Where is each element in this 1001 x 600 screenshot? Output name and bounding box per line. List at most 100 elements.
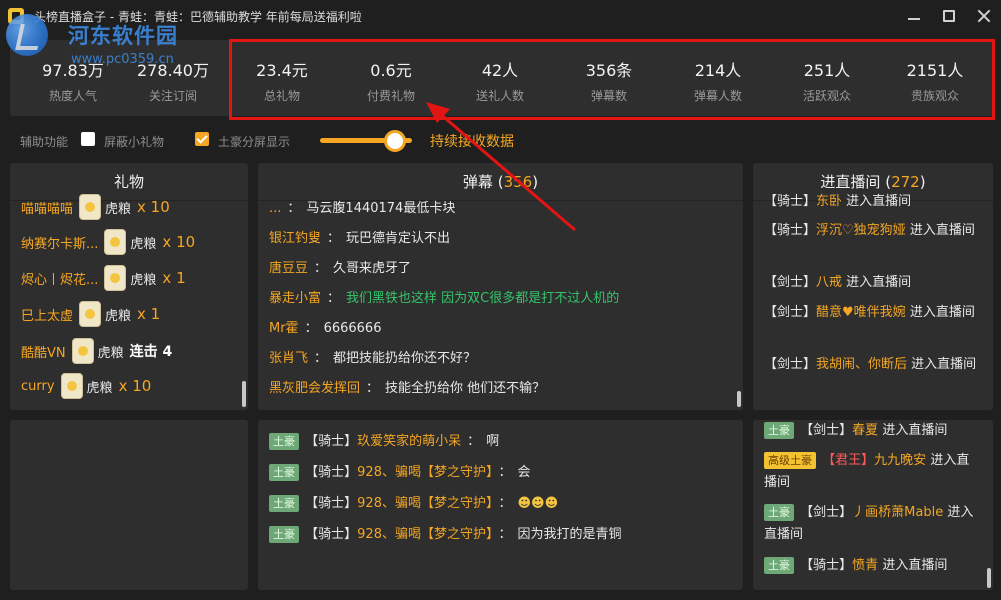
minimize-button[interactable]	[896, 0, 931, 32]
enter-tuhao-item: 土豪 【剑士】丿画桥萧Mable 进入直播间	[764, 502, 979, 546]
gift-user[interactable]: 酷酷VN	[21, 342, 66, 361]
danmu-user[interactable]: 暴走小富	[269, 291, 321, 306]
window-title: 头榜直播盒子 - 青蛙：青蛙：巴德辅助教学 年前每局送福利啦	[34, 9, 362, 24]
stat-label: 送礼人数	[475, 89, 524, 103]
smile-emoji: ☻☻☻	[517, 496, 559, 511]
stat-value: 356条	[585, 61, 633, 80]
enter-suffix: 进入直播间	[846, 194, 912, 209]
slider-knob[interactable]	[384, 130, 407, 152]
danmu-tuhao-panel: 土豪 【骑士】玖爱笑家的萌小呆：啊 土豪 【骑士】928、骗喝【梦之守护】：会 …	[258, 420, 743, 590]
enter-item: 【剑士】醋意♥唯伴我婉 进入直播间	[764, 302, 979, 324]
danmu-separator: ：	[287, 201, 301, 216]
stat-total-gift: 23.4元 总礼物	[227, 40, 337, 116]
danmu-item: Mr霍 ： 6666666	[269, 317, 381, 339]
block-small-gift-checkbox[interactable]	[81, 132, 95, 146]
senior-tuhao-badge: 高级土豪	[764, 452, 816, 469]
gift-panel: 礼物 喵喵喵喵 虎粮 x 10 纳赛尔卡斯... 虎粮 x 10 烬心丨烬花..…	[10, 163, 248, 410]
tuhao-split-checkbox[interactable]	[195, 132, 209, 146]
tiger-food-icon	[60, 373, 83, 399]
danmu-user[interactable]: 玖爱笑家的萌小呆	[357, 434, 461, 449]
enter-scrollbar[interactable]	[987, 568, 991, 588]
gift-user[interactable]: 纳赛尔卡斯...	[21, 233, 98, 252]
controls-row: 辅助功能 屏蔽小礼物 土豪分屏显示 持续接收数据	[0, 125, 1001, 155]
stat-danmu-users: 214人 弹幕人数	[663, 40, 773, 116]
danmu-separator: ：	[304, 321, 318, 336]
danmu-panel-title: 弹幕	[462, 173, 493, 191]
danmu-user[interactable]: Mr霍	[269, 321, 299, 336]
stat-label: 弹幕人数	[693, 89, 742, 103]
danmu-user[interactable]: 银江钓叟	[269, 231, 321, 246]
enter-user[interactable]: 愤青	[852, 558, 878, 573]
danmu-user[interactable]: ...	[269, 201, 281, 216]
danmu-scrollbar[interactable]	[737, 391, 741, 407]
danmu-item: 唐豆豆 ： 久哥来虎牙了	[269, 257, 411, 279]
stat-danmu-count: 356条 弹幕数	[554, 40, 664, 116]
stat-label: 付费礼物	[366, 89, 415, 103]
tiger-food-icon	[104, 265, 127, 291]
danmu-user[interactable]: 张肖飞	[269, 351, 308, 366]
gift-scrollbar[interactable]	[242, 381, 246, 407]
danmu-panel: 弹幕 (356) ... ： 马云腹1440174最低卡块 银江钓叟 ： 玩巴德肯定认不…	[258, 163, 743, 410]
enter-tuhao-item: 土豪 【剑士】春夏 进入直播间	[764, 420, 979, 442]
enter-suffix: 进入直播间	[846, 275, 912, 290]
gift-user[interactable]: 烬心丨烬花...	[21, 269, 98, 288]
danmu-user[interactable]: 928、骗喝【梦之守护】	[357, 465, 492, 480]
danmu-separator: ：	[498, 527, 512, 542]
gift-user[interactable]: 巳上太虚	[21, 305, 73, 324]
danmu-item: 暴走小富 ： 我们黑铁也这样 因为双C很多都是打不过人机的	[269, 287, 619, 309]
stats-panel: 97.83万 热度人气 278.40万 关注订阅 23.4元 总礼物 0.6元 …	[10, 40, 993, 116]
rank-tag: 【骑士】	[305, 434, 358, 449]
enter-item: 【骑士】东卧 进入直播间	[764, 191, 979, 213]
enter-tuhao-item: 高级土豪 【君王】九九晚安 进入直播间	[764, 450, 979, 494]
enter-user[interactable]: 东卧	[816, 194, 842, 209]
danmu-user[interactable]: 黑灰肥会发挥回	[269, 381, 360, 396]
enter-user[interactable]: 八戒	[816, 275, 842, 290]
gift-user[interactable]: curry	[21, 379, 55, 394]
maximize-button[interactable]	[931, 0, 966, 32]
danmu-user[interactable]: 928、骗喝【梦之守护】	[357, 527, 492, 542]
gift-name: 虎粮	[130, 236, 157, 252]
danmu-separator: ：	[314, 261, 328, 276]
enter-user[interactable]: 醋意♥唯伴我婉	[816, 305, 906, 320]
enter-user[interactable]: 春夏	[852, 423, 878, 438]
stat-value: 2151人	[906, 61, 964, 80]
gift-user[interactable]: 喵喵喵喵	[21, 198, 73, 217]
rank-tag: 【骑士】	[305, 465, 358, 480]
danmu-text: 都把技能扔给你还不好？	[333, 351, 477, 366]
enter-user[interactable]: 丿画桥萧Mable	[852, 505, 943, 520]
danmu-separator: ：	[498, 496, 512, 511]
gift-combo: 连击 4	[129, 344, 173, 360]
danmu-text: 因为我打的是青铜	[517, 527, 622, 542]
enter-user[interactable]: 浮沉♡独宠狗娅	[816, 223, 906, 238]
danmu-panel-header: 弹幕 (356)	[258, 163, 743, 201]
gift-qty: x 10	[162, 233, 196, 251]
danmu-text: 马云腹1440174最低卡块	[306, 201, 456, 216]
app-icon	[8, 8, 24, 24]
danmu-text: 6666666	[323, 321, 382, 336]
danmu-separator: ：	[498, 465, 512, 480]
tuhao-badge: 土豪	[764, 504, 794, 521]
block-small-gift-label: 屏蔽小礼物	[104, 135, 165, 149]
gift-item: 巳上太虚 虎粮 x 1	[21, 300, 160, 328]
stat-paid-gift: 0.6元 付费礼物	[336, 40, 446, 116]
enter-user[interactable]: 九九晚安	[874, 453, 926, 468]
danmu-tuhao-item: 土豪 【骑士】928、骗喝【梦之守护】 ： 会	[269, 461, 531, 483]
close-button[interactable]	[966, 0, 1001, 32]
tuhao-split-label: 土豪分屏显示	[218, 135, 291, 149]
stat-value: 97.83万	[42, 61, 104, 80]
danmu-text: 久哥来虎牙了	[333, 261, 412, 276]
enter-suffix: 进入直播间	[909, 223, 975, 238]
danmu-user[interactable]: 928、骗喝【梦之守护】	[357, 496, 492, 511]
danmu-separator: ：	[366, 381, 380, 396]
rank-tag: 【骑士】	[305, 496, 358, 511]
stat-label: 关注订阅	[148, 89, 197, 103]
enter-user[interactable]: 我胡闹、你断后	[816, 357, 907, 372]
danmu-user[interactable]: 唐豆豆	[269, 261, 308, 276]
enter-suffix: 进入直播间	[909, 305, 975, 320]
rank-tag: 【剑士】	[764, 305, 817, 320]
slider-label: 持续接收数据	[430, 134, 514, 150]
stat-subscribe: 278.40万 关注订阅	[118, 40, 228, 116]
gift-qty: x 10	[137, 198, 170, 216]
rank-tag: 【剑士】	[800, 423, 853, 438]
stat-label: 热度人气	[48, 89, 97, 103]
